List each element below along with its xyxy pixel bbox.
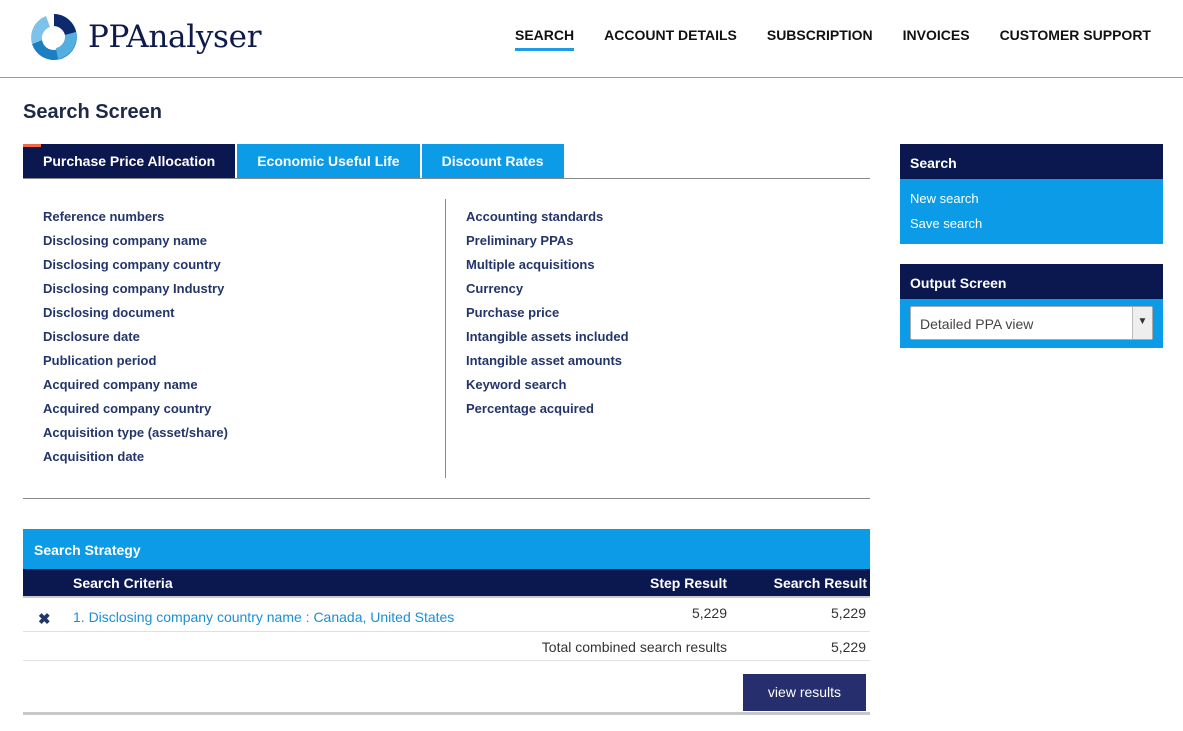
actions-bar: view results (23, 661, 870, 715)
col-search-result: Search Result (773, 575, 867, 591)
total-result-value: 5,229 (830, 639, 866, 655)
search-strategy-panel: Search Strategy Search Criteria Step Res… (23, 529, 870, 715)
nav-search[interactable]: SEARCH (515, 27, 575, 51)
side-search-title: Search (900, 144, 1163, 179)
field-intangible-asset-amounts[interactable]: Intangible asset amounts (466, 352, 629, 376)
tab-economic-useful-life[interactable]: Economic Useful Life (237, 144, 420, 178)
field-disclosing-document[interactable]: Disclosing document (43, 304, 228, 328)
tab-label: Purchase Price Allocation (43, 153, 216, 169)
remove-criteria-icon[interactable]: ✖ (38, 610, 51, 628)
field-publication-period[interactable]: Publication period (43, 352, 228, 376)
tab-discount-rates[interactable]: Discount Rates (421, 144, 564, 178)
nav-subscription[interactable]: SUBSCRIPTION (767, 27, 873, 51)
field-disclosing-company-name[interactable]: Disclosing company name (43, 232, 228, 256)
field-acquired-company-country[interactable]: Acquired company country (43, 400, 228, 424)
nav-invoices[interactable]: INVOICES (903, 27, 970, 51)
output-screen-title: Output Screen (900, 264, 1163, 299)
output-screen-body: Detailed PPA view ▼ (900, 299, 1163, 348)
new-search-link[interactable]: New search (910, 186, 1153, 211)
table-row: ✖ 1. Disclosing company country name : C… (23, 598, 870, 632)
field-acquisition-type-asset-share[interactable]: Acquisition type (asset/share) (43, 424, 228, 448)
field-currency[interactable]: Currency (466, 280, 629, 304)
field-acquired-company-name[interactable]: Acquired company name (43, 376, 228, 400)
field-disclosing-company-country[interactable]: Disclosing company country (43, 256, 228, 280)
field-disclosing-company-industry[interactable]: Disclosing company Industry (43, 280, 228, 304)
field-acquisition-date[interactable]: Acquisition date (43, 448, 228, 472)
main-nav: SEARCH ACCOUNT DETAILS SUBSCRIPTION INVO… (485, 27, 1151, 51)
page-title: Search Screen (23, 101, 162, 123)
col-step-result: Step Result (649, 575, 727, 591)
field-percentage-acquired[interactable]: Percentage acquired (466, 400, 629, 424)
fields-right-column: Accounting standards Preliminary PPAs Mult… (466, 199, 629, 424)
fields-left-column: Reference numbers Disclosing company name… (43, 199, 228, 472)
search-strategy-title: Search Strategy (23, 529, 870, 569)
field-multiple-acquisitions[interactable]: Multiple acquisitions (466, 256, 629, 280)
total-row: Total combined search results 5,229 (23, 632, 870, 661)
field-disclosure-date[interactable]: Disclosure date (43, 328, 228, 352)
search-fields: Reference numbers Disclosing company name… (23, 199, 870, 478)
tab-label: Discount Rates (441, 153, 544, 169)
output-side-panel: Output Screen Detailed PPA view ▼ (900, 264, 1163, 348)
logo-icon (31, 14, 77, 60)
field-preliminary-ppas[interactable]: Preliminary PPAs (466, 232, 629, 256)
field-accounting-standards[interactable]: Accounting standards (466, 208, 629, 232)
active-tab-marker (23, 144, 41, 147)
output-view-value: Detailed PPA view (920, 316, 1034, 332)
column-divider (445, 199, 446, 478)
side-search-body: New search Save search (900, 179, 1163, 244)
total-label: Total combined search results (541, 639, 727, 655)
tab-label: Economic Useful Life (257, 153, 400, 169)
chevron-down-icon[interactable]: ▼ (1132, 307, 1152, 339)
header: PPAnalyser SEARCH ACCOUNT DETAILS SUBSCR… (0, 0, 1183, 78)
save-search-link[interactable]: Save search (910, 211, 1153, 236)
criteria-link[interactable]: 1. Disclosing company country name : Can… (73, 609, 454, 625)
nav-customer-support[interactable]: CUSTOMER SUPPORT (1000, 27, 1151, 51)
field-intangible-assets-included[interactable]: Intangible assets included (466, 328, 629, 352)
logo-text: PPAnalyser (88, 19, 262, 55)
search-tabs: Purchase Price Allocation Economic Usefu… (23, 144, 870, 179)
field-keyword-search[interactable]: Keyword search (466, 376, 629, 400)
col-search-criteria: Search Criteria (73, 575, 173, 591)
view-results-button[interactable]: view results (743, 674, 866, 711)
search-side-panel: Search New search Save search (900, 144, 1163, 244)
tab-purchase-price-allocation[interactable]: Purchase Price Allocation (23, 144, 236, 178)
logo[interactable]: PPAnalyser (24, 10, 262, 64)
field-purchase-price[interactable]: Purchase price (466, 304, 629, 328)
field-reference-numbers[interactable]: Reference numbers (43, 208, 228, 232)
nav-account-details[interactable]: ACCOUNT DETAILS (604, 27, 737, 51)
step-result-value: 5,229 (691, 605, 727, 621)
output-view-select[interactable]: Detailed PPA view ▼ (910, 306, 1153, 340)
search-result-value: 5,229 (830, 605, 866, 621)
strategy-table-header: Search Criteria Step Result Search Resul… (23, 569, 870, 598)
section-divider (23, 498, 870, 499)
